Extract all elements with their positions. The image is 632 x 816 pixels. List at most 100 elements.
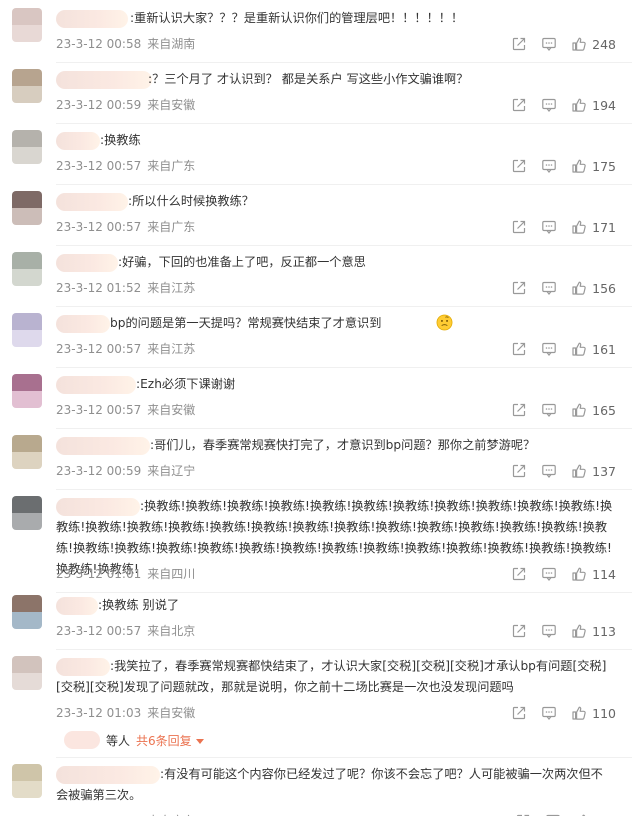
like-count[interactable]: 110 [592, 706, 616, 721]
like-count[interactable]: 165 [592, 403, 616, 418]
comment-item: :所以什么时候换教练？ 23-3-12 00:57 来自广东 171 [0, 189, 632, 249]
comment-date: 23-3-12 00:58 [56, 37, 142, 51]
share-icon[interactable] [511, 97, 527, 113]
share-icon[interactable] [511, 280, 527, 296]
comment-actions: 114 [511, 565, 616, 583]
comment-date: 23-3-12 00:57 [56, 220, 142, 234]
comment-date: 23-3-12 00:57 [56, 342, 142, 356]
avatar[interactable] [12, 130, 42, 164]
thumbs-up-icon[interactable] [571, 158, 587, 174]
comment-item: bp的问题是第一天提吗？常规赛快结束了才意识到 23-3-12 00:57 来自江苏… [0, 311, 632, 371]
avatar[interactable] [12, 595, 42, 629]
comment-body: :所以什么时候换教练？ [128, 194, 254, 208]
divider [56, 757, 632, 758]
thumbs-up-icon[interactable] [571, 705, 587, 721]
comment-icon[interactable] [541, 36, 557, 52]
share-icon[interactable] [511, 463, 527, 479]
divider [56, 123, 632, 124]
thumbs-up-icon[interactable] [571, 97, 587, 113]
comment-meta: 23-3-12 01:52 来自江苏 [56, 280, 201, 296]
comment-date: 23-3-12 00:57 [56, 403, 142, 417]
comment-location: 来自江苏 [147, 342, 196, 356]
comment-icon[interactable] [541, 158, 557, 174]
thumbs-up-icon[interactable] [571, 623, 587, 639]
comment-icon[interactable] [541, 402, 557, 418]
like-count[interactable]: 171 [592, 220, 616, 235]
comment-body: :换教练 [100, 133, 141, 147]
avatar[interactable] [12, 374, 42, 408]
comment-meta: 23-3-12 00:59 来自安徽 [56, 97, 201, 113]
avatar[interactable] [12, 191, 42, 225]
like-count[interactable]: 248 [592, 37, 616, 52]
comment-text: :哥们儿，春季赛常规赛快打完了，才意识到bp问题？那你之前梦游呢？ [56, 435, 614, 456]
comment-body: :好骗，下回的也准备上了吧，反正都一个意思 [118, 255, 366, 269]
comment-actions: 110 [511, 704, 616, 722]
avatar[interactable] [12, 435, 42, 469]
comment-icon[interactable] [541, 463, 557, 479]
divider [56, 306, 632, 307]
thumbs-up-icon[interactable] [571, 36, 587, 52]
comment-icon[interactable] [541, 341, 557, 357]
chevron-down-icon[interactable] [195, 738, 204, 744]
share-icon[interactable] [511, 219, 527, 235]
comment-text: :Ezh必须下课谢谢 [56, 374, 614, 395]
like-count[interactable]: 114 [592, 567, 616, 582]
comment-item: :我笑拉了，春季赛常规赛都快结束了，才认识大家[交税][交税][交税]才承认bp… [0, 654, 632, 758]
comment-body: :我笑拉了，春季赛常规赛都快结束了，才认识大家[交税][交税][交税]才承认bp… [56, 659, 607, 694]
like-count[interactable]: 175 [592, 159, 616, 174]
divider [56, 245, 632, 246]
share-icon[interactable] [511, 341, 527, 357]
comment-date: 23-3-12 01:52 [56, 281, 142, 295]
like-count[interactable]: 161 [592, 342, 616, 357]
comment-icon[interactable] [541, 705, 557, 721]
like-count[interactable]: 194 [592, 98, 616, 113]
like-count[interactable]: 156 [592, 281, 616, 296]
like-count[interactable]: 137 [592, 464, 616, 479]
thumbs-up-icon[interactable] [571, 341, 587, 357]
thumbs-up-icon[interactable] [571, 280, 587, 296]
avatar[interactable] [12, 656, 42, 690]
comment-location: 来自安徽 [147, 98, 196, 112]
reply-summary[interactable]: 等人 共6条回复 [64, 731, 204, 749]
avatar[interactable] [12, 764, 42, 798]
comment-meta: 23-3-12 01:01 来自四川 [56, 566, 201, 582]
comment-text: :换教练 [56, 130, 614, 151]
share-icon[interactable] [511, 705, 527, 721]
share-icon[interactable] [511, 402, 527, 418]
comment-icon[interactable] [541, 623, 557, 639]
avatar[interactable] [12, 8, 42, 42]
more-replies-link[interactable]: 共6条回复 [136, 732, 192, 749]
divider [56, 367, 632, 368]
share-icon[interactable] [511, 36, 527, 52]
avatar[interactable] [12, 313, 42, 347]
comment-meta: 23-3-12 00:57 来自广东 [56, 158, 201, 174]
avatar[interactable] [12, 496, 42, 530]
comment-text: :重新认识大家？？？是重新认识你们的管理层吧！！！！！！ [56, 8, 614, 29]
share-icon[interactable] [511, 623, 527, 639]
thumbs-up-icon[interactable] [571, 219, 587, 235]
comment-icon[interactable] [541, 97, 557, 113]
thumbs-up-icon[interactable] [571, 566, 587, 582]
comment-icon[interactable] [541, 219, 557, 235]
comment-item: :Ezh必须下课谢谢 23-3-12 00:57 来自安徽 165 [0, 372, 632, 432]
comment-item: :换教练!换教练!换教练!换教练!换教练!换教练!换教练!换教练!换教练!换教练… [0, 494, 632, 593]
thinking-face-emoji-icon [382, 314, 453, 331]
comment-actions: 165 [511, 401, 616, 419]
comment-actions: 194 [511, 96, 616, 114]
avatar[interactable] [12, 69, 42, 103]
comment-body: :重新认识大家？？？是重新认识你们的管理层吧！！！！！！ [130, 11, 464, 25]
comment-icon[interactable] [541, 280, 557, 296]
comment-actions: 156 [511, 279, 616, 297]
share-icon[interactable] [511, 566, 527, 582]
comment-meta: 23-3-12 00:57 来自北京 [56, 623, 201, 639]
comment-location: 来自北京 [147, 624, 196, 638]
avatar[interactable] [12, 252, 42, 286]
comment-location: 来自四川 [147, 567, 196, 581]
thumbs-up-icon[interactable] [571, 402, 587, 418]
comment-icon[interactable] [541, 566, 557, 582]
comment-text: :换教练 别说了 [56, 595, 614, 616]
share-icon[interactable] [511, 158, 527, 174]
like-count[interactable]: 113 [592, 624, 616, 639]
comment-text: :？三个月了 才认识到？ 都是关系户 写这些小作文骗谁啊？ [56, 69, 614, 90]
thumbs-up-icon[interactable] [571, 463, 587, 479]
